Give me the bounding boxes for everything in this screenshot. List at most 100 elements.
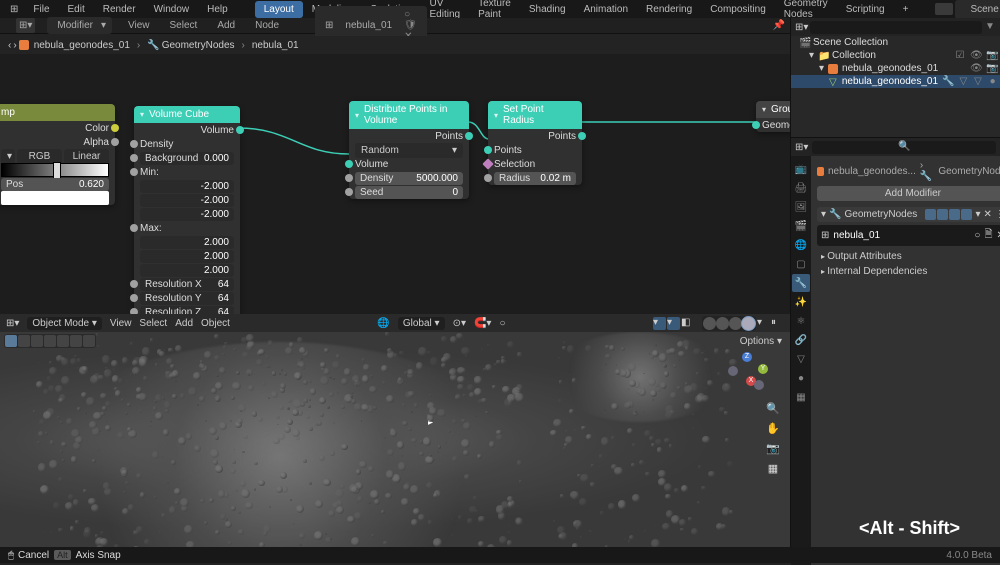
render-icon[interactable]: 📷 (986, 63, 998, 75)
menu-file[interactable]: File (24, 1, 58, 18)
outliner[interactable]: ⊞▾ ▼ 🎬 Scene Collection ▾ 📁 Collection ☑… (791, 18, 1000, 138)
modifier-dropdown[interactable]: Modifier ▾ (47, 17, 112, 34)
dropdown-icon[interactable]: ▾ (975, 209, 980, 220)
close-icon[interactable]: ✕ (984, 209, 992, 220)
menu-select[interactable]: Select (166, 18, 202, 33)
workspace-tab-layout[interactable]: Layout (255, 1, 303, 18)
crumb-object[interactable]: nebula_geonodes_01 (34, 40, 130, 51)
menu-view[interactable]: View (110, 318, 132, 329)
wireframe-icon[interactable] (703, 317, 716, 330)
pin-icon[interactable]: 📌 (769, 18, 789, 33)
socket-resx-in[interactable] (130, 280, 138, 288)
axis-y[interactable]: Y (758, 364, 768, 374)
render-icon[interactable]: 📷 (986, 50, 998, 62)
pause-icon[interactable]: ⏸ (771, 317, 784, 330)
menu-select[interactable]: Select (139, 318, 167, 329)
tab-physics[interactable]: ⚛ (792, 312, 810, 330)
socket-min-in[interactable] (130, 168, 138, 176)
tab-material[interactable]: ● (792, 369, 810, 387)
menu-window[interactable]: Window (145, 1, 199, 18)
gizmo-toggle-icon[interactable]: ▾ (653, 317, 666, 330)
pivot-icon[interactable]: ⊙▾ (453, 318, 466, 329)
socket-points-in[interactable] (484, 146, 492, 154)
node-color-ramp[interactable]: mp Color Alpha ▾RGBLinear Pos0.620 (0, 104, 115, 205)
editor-type-icon[interactable]: ⊞▾ (795, 142, 808, 153)
tab-render[interactable]: 📺 (792, 160, 810, 178)
xray-icon[interactable]: ◧ (681, 317, 694, 330)
socket-radius-in[interactable] (484, 174, 492, 182)
workspace-tab[interactable]: Animation (575, 1, 637, 18)
mode-selector[interactable]: Object Mode ▾ (27, 317, 102, 330)
fake-user-icon[interactable]: ○ (974, 230, 980, 241)
scene-selector[interactable]: Scene (955, 0, 1000, 19)
matcap-icon[interactable] (729, 317, 742, 330)
tab-viewlayer[interactable]: 🖼 (792, 198, 810, 216)
menu-render[interactable]: Render (94, 1, 145, 18)
orientation-icon[interactable]: 🌐 (377, 318, 389, 329)
pos-field[interactable]: Pos0.620 (1, 178, 109, 191)
socket-volume-in[interactable] (345, 160, 353, 168)
menu-view[interactable]: View (124, 18, 154, 33)
nav-left-icon[interactable]: ‹ (8, 40, 11, 51)
socket-density-in[interactable] (130, 140, 138, 148)
modifier-header[interactable]: ▾🔧 GeometryNodes ▾ ✕ ⋮ (817, 207, 1000, 222)
menu-node[interactable]: Node (251, 18, 283, 33)
nav-gizmo[interactable]: Z Y X (726, 352, 768, 394)
persp-icon[interactable]: ▦ (766, 462, 780, 476)
tool-shelf-icons[interactable] (4, 334, 96, 348)
tab-modifiers[interactable]: 🔧 (792, 274, 810, 292)
workspace-tab[interactable]: Compositing (701, 1, 775, 18)
nav-right-icon[interactable]: › (13, 40, 16, 51)
socket-volume-out[interactable] (236, 126, 244, 134)
node-volume-cube[interactable]: Volume Cube Volume Density Background0.0… (134, 106, 240, 319)
workspace-tab[interactable]: Scripting (837, 1, 894, 18)
modifier-viewport-toggles[interactable] (925, 209, 972, 220)
workspace-tab[interactable]: Rendering (637, 1, 701, 18)
solid-icon[interactable] (716, 317, 729, 330)
workspace-tab[interactable]: Shading (520, 1, 575, 18)
menu-add[interactable]: Add (175, 318, 193, 329)
outliner-row-selected[interactable]: ▽ nebula_geonodes_01 🔧 ▽ ▽ ● (791, 75, 1000, 88)
overlay-toggle-icon[interactable]: ▾ (667, 317, 680, 330)
add-workspace-icon[interactable]: + (894, 1, 918, 18)
socket-points-out[interactable] (465, 132, 473, 140)
outliner-mode-icon[interactable]: ⊞▾ (795, 22, 808, 33)
extras-icon[interactable]: ⋮ (995, 209, 1000, 220)
socket-density-in[interactable] (345, 174, 353, 182)
exclude-toggle[interactable]: ☑ (954, 50, 966, 62)
viewport-canvas[interactable]: /* decorative dots generated below after… (0, 332, 790, 548)
pan-icon[interactable]: ✋ (766, 422, 780, 436)
eye-icon[interactable]: 👁 (970, 50, 982, 62)
outliner-row[interactable]: ▾ 📁 Collection ☑ 👁 📷 (791, 49, 1000, 62)
socket-points-out[interactable] (578, 132, 586, 140)
axis-z[interactable]: Z (742, 352, 752, 362)
shade-dropdown-icon[interactable]: ▾ (757, 317, 770, 330)
new-icon[interactable]: 🗎 (984, 227, 992, 244)
seed-field[interactable]: Seed0 (355, 186, 463, 199)
node-editor[interactable]: mp Color Alpha ▾RGBLinear Pos0.620 Volum… (0, 54, 790, 314)
ramp-gradient[interactable] (1, 163, 109, 177)
crumb-tree[interactable]: nebula_01 (252, 40, 299, 51)
internal-deps-panel[interactable]: Internal Dependencies (817, 264, 1000, 279)
unlink-icon[interactable]: ✕ (997, 230, 1000, 241)
menu-object[interactable]: Object (201, 318, 230, 329)
eye-icon[interactable]: 👁 (970, 63, 982, 75)
tab-scene[interactable]: 🎬 (792, 217, 810, 235)
menu-edit[interactable]: Edit (59, 1, 94, 18)
camera-icon[interactable]: 📷 (766, 442, 780, 456)
node-set-point-radius[interactable]: Set Point Radius Points Points Selection… (488, 101, 582, 185)
search-input[interactable]: 🔍 (812, 141, 996, 154)
socket-bg-in[interactable] (130, 154, 138, 162)
density-field[interactable]: Density5000.000 (355, 172, 463, 185)
prop-edit-icon[interactable]: ○ (499, 318, 505, 329)
add-modifier-button[interactable]: Add Modifier (817, 186, 1000, 201)
menu-add[interactable]: Add (213, 18, 239, 33)
3d-viewport[interactable]: /* decorative dots generated below after… (0, 314, 790, 548)
mode-dropdown[interactable]: Random▾ (355, 143, 463, 158)
outliner-row[interactable]: ▾ nebula_geonodes_01 👁 📷 (791, 62, 1000, 75)
snap-icon[interactable]: 🧲▾ (474, 318, 491, 329)
socket-alpha-out[interactable] (111, 138, 119, 146)
output-attributes-panel[interactable]: Output Attributes (817, 249, 1000, 264)
orientation-dropdown[interactable]: Global ▾ (398, 317, 445, 330)
modifier-icon[interactable]: 🔧 (942, 76, 954, 88)
